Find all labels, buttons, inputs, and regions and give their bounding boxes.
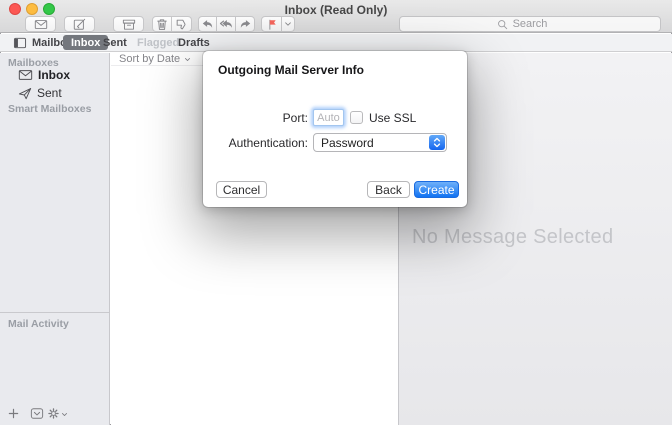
titlebar: Inbox (Read Only) — [0, 0, 672, 33]
port-label: Port: — [203, 111, 308, 125]
mail-app-window: Inbox (Read Only) — [0, 0, 672, 425]
favorites-tab-label: Drafts — [178, 37, 210, 49]
sidebar-item-sent[interactable]: Sent — [18, 86, 62, 100]
flag-button[interactable] — [261, 16, 282, 32]
chevron-down-icon — [284, 20, 292, 28]
close-window-button[interactable] — [9, 3, 21, 15]
chevron-down-icon — [184, 56, 191, 63]
get-mail-button[interactable] — [25, 16, 56, 32]
reply-all-icon — [219, 18, 233, 30]
sidebar-panel-icon — [13, 37, 27, 49]
flag-icon — [266, 18, 278, 31]
reply-all-button[interactable] — [217, 16, 236, 32]
reply-forward-group — [198, 16, 255, 32]
create-button[interactable]: Create — [414, 181, 459, 198]
sidebar-divider — [0, 312, 109, 313]
favorites-tab-label: Flagged — [137, 37, 179, 49]
flag-group — [261, 16, 295, 32]
favorites-tab-sent[interactable]: Sent — [103, 36, 127, 50]
favorites-tab-label: Sent — [103, 37, 127, 49]
port-input[interactable] — [313, 109, 344, 126]
envelope-icon — [34, 18, 48, 31]
favorites-tab-inbox[interactable]: Inbox — [63, 35, 108, 50]
use-ssl-checkbox[interactable] — [350, 111, 363, 124]
archive-button[interactable] — [113, 16, 144, 32]
trash-icon — [156, 18, 168, 31]
thumbs-down-icon — [175, 18, 188, 31]
back-button[interactable]: Back — [367, 181, 410, 198]
button-label: Create — [418, 183, 454, 197]
forward-button[interactable] — [236, 16, 255, 32]
forward-icon — [239, 18, 252, 30]
button-label: Back — [375, 183, 402, 197]
authentication-value: Password — [321, 136, 374, 150]
favorites-tab-flagged: Flagged — [137, 36, 179, 50]
gear-icon[interactable] — [47, 407, 60, 420]
favorites-bar: Mailboxes Inbox Sent Flagged Drafts — [0, 34, 672, 52]
button-label: Cancel — [223, 183, 260, 197]
paperplane-icon — [18, 87, 32, 100]
reply-button[interactable] — [198, 16, 217, 32]
dialog-title: Outgoing Mail Server Info — [218, 63, 364, 77]
envelope-icon — [18, 69, 33, 81]
sidebar-section-header: Smart Mailboxes — [8, 103, 91, 115]
sidebar-item-inbox[interactable]: Inbox — [18, 68, 70, 82]
use-ssl-label: Use SSL — [369, 111, 416, 125]
zoom-window-button[interactable] — [43, 3, 55, 15]
search-input[interactable] — [400, 17, 660, 31]
chevron-down-icon — [61, 411, 68, 418]
no-message-selected-text: No Message Selected — [412, 226, 613, 249]
sidebar-item-label: Inbox — [38, 68, 70, 82]
outgoing-mail-server-dialog: Outgoing Mail Server Info Port: Use SSL … — [203, 51, 467, 207]
sort-by-label: Sort by Date — [119, 53, 180, 65]
archive-icon — [122, 18, 136, 31]
authentication-label: Authentication: — [203, 136, 308, 150]
flag-menu-button[interactable] — [282, 16, 295, 32]
reply-icon — [201, 18, 214, 30]
add-mailbox-plus-icon[interactable] — [8, 408, 19, 419]
favorites-tab-drafts[interactable]: Drafts — [178, 36, 210, 50]
favorites-tab-label: Inbox — [71, 37, 100, 49]
compose-icon — [73, 18, 86, 31]
compose-button[interactable] — [64, 16, 95, 32]
mailbox-behaviors-icon[interactable] — [30, 407, 44, 420]
minimize-window-button[interactable] — [26, 3, 38, 15]
authentication-popup[interactable]: Password — [313, 133, 447, 152]
mailbox-sidebar: Mailboxes Inbox Sent Smart Mailboxes Mai… — [0, 53, 110, 425]
sidebar-bottom-bar — [0, 403, 109, 425]
sidebar-item-label: Sent — [37, 86, 62, 100]
trash-junk-group — [152, 16, 192, 32]
cancel-button[interactable]: Cancel — [216, 181, 267, 198]
popup-stepper-icon — [429, 135, 445, 150]
search-field[interactable] — [399, 16, 661, 32]
window-title: Inbox (Read Only) — [236, 3, 436, 17]
mail-activity-header: Mail Activity — [8, 318, 69, 330]
junk-button[interactable] — [172, 16, 192, 32]
trash-button[interactable] — [152, 16, 172, 32]
